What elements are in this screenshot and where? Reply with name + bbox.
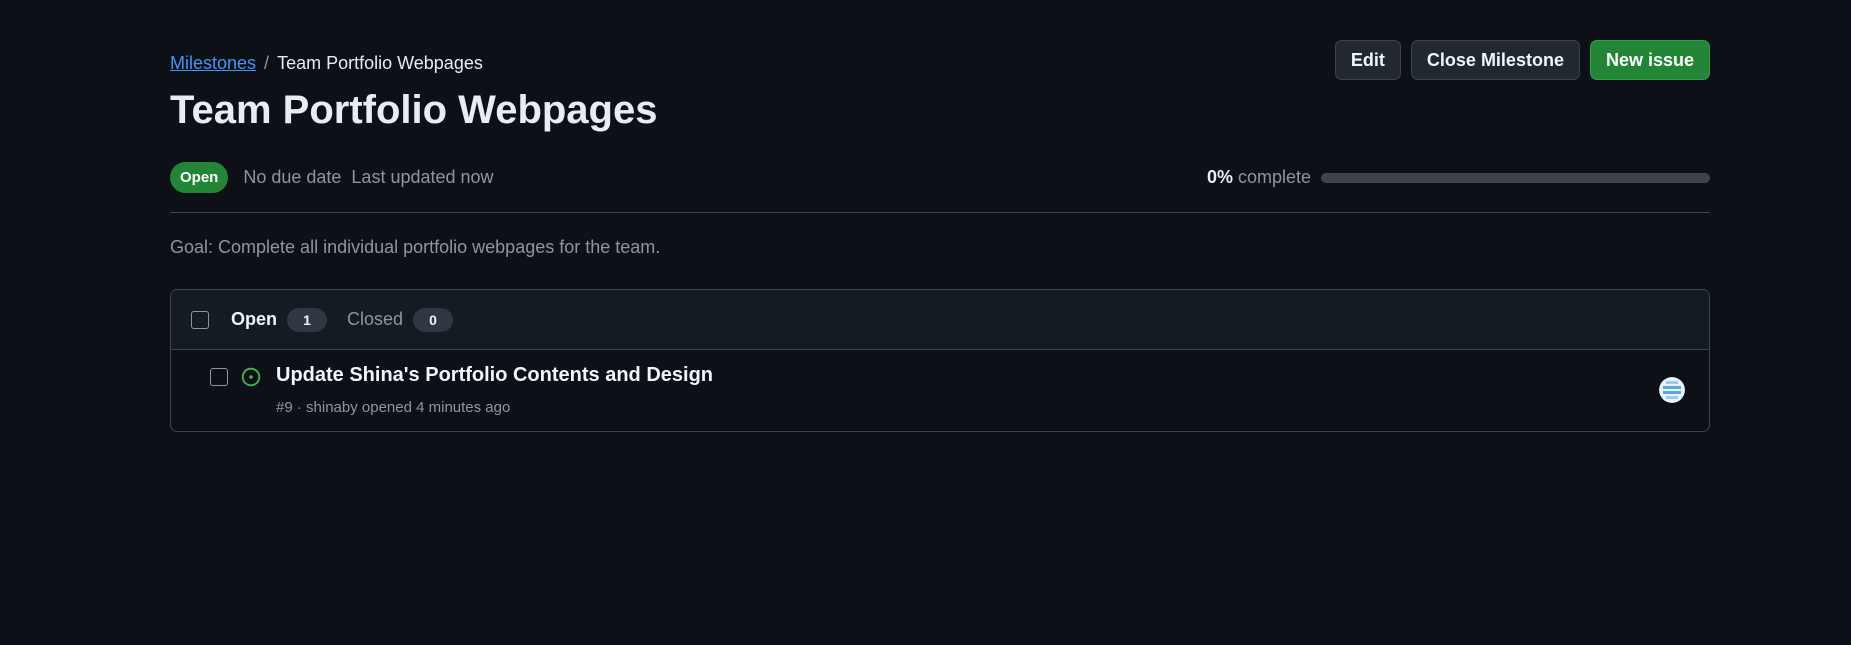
close-milestone-button[interactable]: Close Milestone bbox=[1410, 40, 1580, 80]
new-issue-button[interactable]: New issue bbox=[1589, 40, 1710, 80]
breadcrumb-current: Team Portfolio Webpages bbox=[277, 53, 483, 73]
tab-open[interactable]: Open 1 bbox=[231, 307, 328, 332]
page-title: Team Portfolio Webpages bbox=[170, 88, 658, 132]
issues-list: Open 1 Closed 0 Update Shina's Portfolio… bbox=[170, 289, 1710, 432]
due-date: No due date bbox=[243, 167, 342, 187]
tab-open-label: Open bbox=[231, 309, 278, 329]
tab-closed-label: Closed bbox=[347, 309, 404, 329]
progress-bar bbox=[1321, 172, 1710, 183]
issue-title-link[interactable]: Update Shina's Portfolio Contents and De… bbox=[276, 364, 713, 387]
progress-summary: 0% complete bbox=[1207, 167, 1710, 188]
progress-label: complete bbox=[1237, 167, 1311, 187]
milestone-actions: Edit Close Milestone New issue bbox=[1334, 40, 1710, 80]
edit-button[interactable]: Edit bbox=[1334, 40, 1401, 80]
issues-header: Open 1 Closed 0 bbox=[171, 290, 1709, 350]
status-badge: Open bbox=[170, 162, 229, 193]
breadcrumb: Milestones / Team Portfolio Webpages bbox=[170, 52, 483, 74]
last-updated: Last updated now bbox=[351, 167, 494, 187]
open-count-badge: 1 bbox=[287, 307, 328, 332]
issue-row: Update Shina's Portfolio Contents and De… bbox=[171, 350, 1709, 431]
issue-opened-icon bbox=[241, 367, 261, 387]
breadcrumb-separator: / bbox=[264, 53, 270, 73]
tab-closed[interactable]: Closed 0 bbox=[347, 307, 454, 332]
milestone-meta: Open No due date Last updated now bbox=[170, 162, 494, 193]
issue-meta: #9 · shinaby opened 4 minutes ago bbox=[276, 399, 511, 416]
assignee-avatar[interactable] bbox=[1659, 377, 1685, 403]
issue-checkbox[interactable] bbox=[210, 368, 228, 386]
breadcrumb-milestones-link[interactable]: Milestones bbox=[170, 53, 256, 73]
closed-count-badge: 0 bbox=[413, 307, 454, 332]
divider bbox=[170, 212, 1710, 213]
milestone-description: Goal: Complete all individual portfolio … bbox=[170, 237, 661, 257]
progress-percent: 0% bbox=[1206, 167, 1233, 187]
select-all-checkbox[interactable] bbox=[191, 310, 209, 329]
milestone-page: Milestones / Team Portfolio Webpages Team … bbox=[0, 0, 1851, 645]
